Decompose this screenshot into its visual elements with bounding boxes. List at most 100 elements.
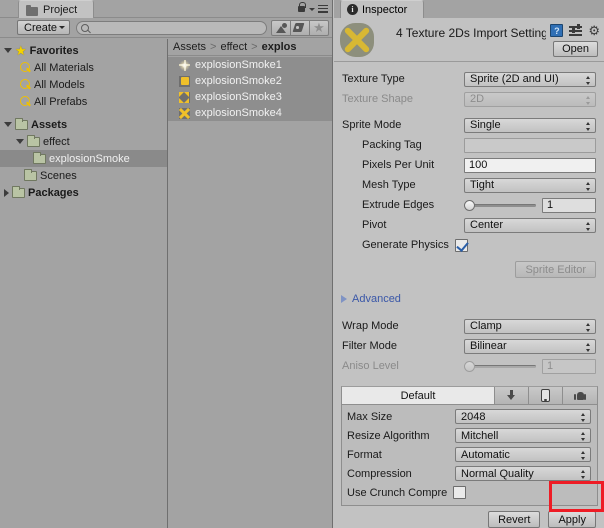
chevron-down-icon[interactable] (309, 8, 315, 11)
hamburger-menu-icon[interactable] (318, 4, 328, 13)
chevron-right-icon[interactable] (341, 295, 347, 303)
aniso-level-slider (464, 360, 536, 373)
pivot-value: Center (470, 219, 504, 231)
packing-tag-label: Packing Tag (362, 139, 422, 151)
filter-by-label-icon[interactable] (290, 19, 310, 36)
tree-item-scenes[interactable]: Scenes (0, 167, 167, 184)
tree-item-all-prefabs[interactable]: All Prefabs (0, 93, 167, 110)
create-button[interactable]: Create (17, 20, 71, 35)
filter-mode-dropdown[interactable]: Bilinear (464, 338, 596, 354)
tree-item-packages[interactable]: Packages (0, 184, 167, 201)
platform-settings-box: Default Max Size 2048 Resize Algorithm M… (341, 386, 598, 506)
tree-item-label: All Prefabs (34, 95, 88, 108)
search-icon (20, 62, 31, 73)
tree-item-label: Packages (28, 186, 79, 199)
apply-button-label: Apply (558, 513, 586, 526)
use-crunch-checkbox[interactable] (453, 486, 467, 499)
tab-project-label: Project (43, 3, 78, 16)
compression-dropdown[interactable]: Normal Quality (455, 466, 591, 481)
list-item[interactable]: explosionSmoke3 (168, 89, 332, 105)
generate-physics-checkbox[interactable] (454, 238, 468, 252)
sprite-thumbnail-icon (179, 91, 190, 103)
search-icon (81, 23, 90, 32)
breadcrumb-item-effect[interactable]: effect (220, 41, 247, 53)
tree-item-label: Favorites (29, 44, 79, 57)
field-texture-type: Texture Type Sprite (2D and UI) (334, 69, 604, 89)
field-resize-algorithm: Resize Algorithm Mitchell (342, 426, 597, 445)
list-item[interactable]: explosionSmoke1 (168, 57, 332, 73)
max-size-label: Max Size (347, 410, 393, 423)
tree-item-explosionsmoke[interactable]: explosionSmoke (0, 150, 167, 167)
chevron-right-icon[interactable] (4, 188, 9, 197)
android-platform-icon (574, 390, 586, 402)
tree-item-label: All Materials (34, 61, 94, 74)
tree-item-favorites[interactable]: ★ Favorites (0, 42, 167, 59)
pivot-label: Pivot (362, 219, 387, 231)
tab-project[interactable]: Project (18, 0, 95, 18)
lock-icon[interactable] (297, 2, 306, 13)
sprite-mode-dropdown[interactable]: Single (464, 117, 596, 133)
chevron-down-icon[interactable] (16, 139, 24, 144)
breadcrumb-item-assets[interactable]: Assets (173, 41, 206, 53)
advanced-foldout[interactable]: Advanced (334, 288, 604, 310)
pixels-per-unit-label: Pixels Per Unit (362, 159, 435, 171)
chevron-down-icon[interactable] (4, 48, 12, 53)
sprite-editor-button: Sprite Editor (515, 261, 596, 278)
gear-icon[interactable]: ⚙ (588, 24, 600, 37)
favorite-star-icon[interactable]: ★ (309, 19, 329, 36)
list-item[interactable]: explosionSmoke2 (168, 73, 332, 89)
tab-platform-default[interactable]: Default (342, 387, 495, 404)
wrap-mode-value: Clamp (470, 320, 502, 332)
open-button[interactable]: Open (553, 41, 598, 57)
extrude-edges-input[interactable]: 1 (542, 197, 596, 213)
ios-platform-icon (541, 389, 550, 402)
mesh-type-dropdown[interactable]: Tight (464, 177, 596, 193)
texture-type-dropdown[interactable]: Sprite (2D and UI) (464, 71, 596, 87)
list-item[interactable]: explosionSmoke4 (168, 105, 332, 121)
tree-item-assets[interactable]: Assets (0, 116, 167, 133)
tree-item-all-models[interactable]: All Models (0, 76, 167, 93)
tree-item-label: Assets (31, 118, 68, 131)
tree-item-all-materials[interactable]: All Materials (0, 59, 167, 76)
preset-icon[interactable] (569, 24, 583, 36)
tree-item-effect[interactable]: effect (0, 133, 167, 150)
search-input[interactable] (76, 20, 267, 35)
max-size-dropdown[interactable]: 2048 (455, 409, 591, 424)
resize-algorithm-dropdown[interactable]: Mitchell (455, 428, 591, 443)
pivot-dropdown[interactable]: Center (464, 217, 596, 233)
tab-platform-ios[interactable] (529, 387, 563, 404)
format-value: Automatic (461, 448, 510, 461)
aniso-level-value: 1 (547, 360, 554, 372)
tab-platform-standalone[interactable] (495, 387, 529, 404)
revert-button[interactable]: Revert (488, 511, 541, 528)
wrap-mode-dropdown[interactable]: Clamp (464, 318, 596, 334)
pixels-per-unit-input[interactable]: 100 (464, 157, 596, 173)
slider-handle[interactable] (464, 199, 475, 211)
project-tree: ★ Favorites All Materials All Models All… (0, 39, 168, 528)
filter-by-type-icon[interactable] (271, 19, 291, 36)
book-help-icon[interactable]: ? (550, 24, 564, 37)
tab-inspector[interactable]: i Inspector (340, 0, 425, 18)
project-tab-controls (297, 2, 328, 13)
field-packing-tag: Packing Tag (334, 135, 604, 155)
texture-shape-value: 2D (470, 93, 485, 105)
apply-button[interactable]: Apply (548, 511, 596, 528)
open-button-label: Open (562, 43, 589, 55)
texture-asset-icon (340, 23, 374, 57)
asset-name: explosionSmoke2 (195, 75, 282, 87)
updown-arrows-icon (581, 412, 586, 423)
extrude-edges-slider[interactable] (464, 199, 536, 212)
texture-shape-label: Texture Shape (342, 93, 413, 105)
field-use-crunch-compression: Use Crunch Compre (342, 483, 597, 502)
sprite-editor-row: Sprite Editor (334, 261, 604, 278)
apply-revert-row: Revert Apply (334, 511, 604, 528)
tab-platform-android[interactable] (563, 387, 597, 404)
tab-inspector-label: Inspector (362, 3, 408, 16)
packing-tag-input[interactable] (464, 137, 596, 153)
field-texture-shape: Texture Shape 2D (334, 89, 604, 109)
chevron-down-icon[interactable] (4, 122, 12, 127)
field-sprite-mode: Sprite Mode Single (334, 115, 604, 135)
format-dropdown[interactable]: Automatic (455, 447, 591, 462)
breadcrumb-item-explosionsmoke[interactable]: explos (262, 41, 297, 53)
create-button-label: Create (24, 21, 58, 34)
